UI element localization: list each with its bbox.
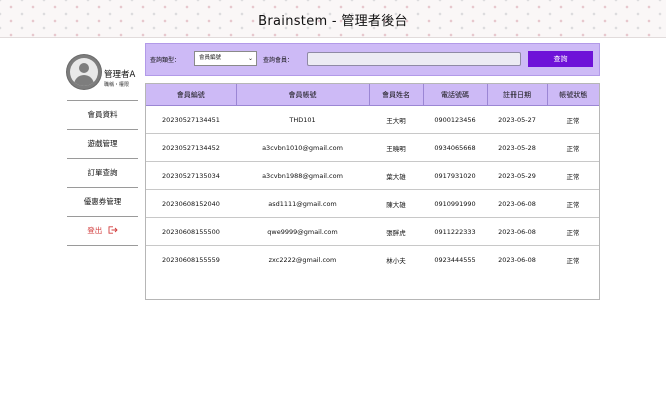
sidebar-item-label: 會員資料	[87, 110, 118, 119]
table-cell: 正常	[547, 217, 599, 246]
sidebar-nav: 會員資料 遊戲管理 訂單查詢 優惠券管理 登出	[67, 100, 138, 246]
logout-label: 登出	[87, 226, 103, 235]
table-cell: 正常	[547, 161, 599, 190]
query-button[interactable]: 查詢	[528, 51, 593, 67]
table-cell: 正常	[547, 105, 599, 134]
table-cell: 王大明	[369, 105, 423, 134]
sidebar-item-label: 優惠券管理	[83, 197, 122, 206]
table-cell: 20230527135034	[146, 161, 236, 190]
table-cell: 正常	[566, 256, 580, 265]
table-cell: 2023-06-08	[487, 217, 547, 246]
table-cell: 20230608155559	[162, 255, 220, 264]
table-cell: 陳大雄	[369, 189, 423, 218]
table-cell: 20230608155500	[146, 217, 236, 246]
table-cell: qwe9999@gmail.com	[236, 217, 369, 246]
table-cell: 0911222333	[423, 217, 487, 246]
table-cell: a3cvbn1988@gmail.com	[236, 161, 369, 190]
admin-name: 管理者A	[104, 70, 136, 80]
admin-role: 職稱・權限	[104, 82, 130, 88]
sidebar-item-games[interactable]: 遊戲管理	[67, 129, 138, 158]
search-bar: 查詢類型： 會員編號 ⌄ 查詢會員： 查詢	[145, 43, 600, 76]
column-header[interactable]: 註冊日期	[487, 84, 548, 106]
table-cell: 0923444555	[434, 255, 476, 264]
sidebar-item-coupons[interactable]: 優惠券管理	[67, 187, 138, 216]
column-header[interactable]: 電話號碼	[423, 84, 488, 106]
table-cell: a3cvbn1010@gmail.com	[236, 133, 369, 162]
column-header[interactable]: 會員姓名	[369, 84, 424, 106]
table-cell: 20230527134452	[146, 133, 236, 162]
table-header-row: 會員編號 會員帳號 會員姓名 電話號碼 註冊日期 帳號狀態	[146, 84, 599, 106]
member-table: 會員編號 會員帳號 會員姓名 電話號碼 註冊日期 帳號狀態 2023052713…	[145, 83, 600, 300]
table-cell: THD101	[236, 105, 369, 134]
sidebar-item-label: 遊戲管理	[87, 139, 118, 148]
table-cell: 2023-05-29	[487, 161, 547, 190]
table-row[interactable]: 20230527134451 THD101 王大明 0900123456 202…	[146, 105, 599, 134]
table-cell: 0917931020	[423, 161, 487, 190]
logout-icon	[108, 226, 118, 234]
table-cell: 正常	[547, 133, 599, 162]
table-row[interactable]: 20230608152040 asd1111@gmail.com 陳大雄 091…	[146, 189, 599, 218]
table-cell: zxc2222@gmail.com	[268, 255, 337, 264]
table-cell: 葉大雄	[369, 161, 423, 190]
table-cell: 0900123456	[423, 105, 487, 134]
table-cell: 2023-06-08	[498, 255, 536, 264]
query-type-value: 會員編號	[199, 55, 222, 61]
avatar-icon	[67, 55, 101, 89]
table-cell: 20230608152040	[146, 189, 236, 218]
page-title: Brainstem - 管理者後台	[258, 14, 408, 29]
table-cell: asd1111@gmail.com	[236, 189, 369, 218]
query-member-label: 查詢會員：	[263, 57, 294, 64]
table-row[interactable]: 20230608155500 qwe9999@gmail.com 張胖虎 091…	[146, 217, 599, 246]
column-header[interactable]: 會員帳號	[236, 84, 370, 106]
sidebar-item-label: 訂單查詢	[87, 168, 118, 177]
table-cell: 0910991990	[423, 189, 487, 218]
sidebar-item-members[interactable]: 會員資料	[67, 100, 138, 129]
table-cell: 2023-05-28	[487, 133, 547, 162]
table-cell: 20230527134451	[146, 105, 236, 134]
column-header[interactable]: 帳號狀態	[547, 84, 599, 106]
query-type-select[interactable]: 會員編號 ⌄	[194, 51, 257, 66]
table-cell: 2023-05-27	[487, 105, 547, 134]
sidebar-item-orders[interactable]: 訂單查詢	[67, 158, 138, 187]
table-row[interactable]: 20230527134452 a3cvbn1010@gmail.com 王曉明 …	[146, 133, 599, 162]
table-row[interactable]: 20230608155559 zxc2222@gmail.com 林小夫 092…	[146, 246, 599, 274]
table-cell: 正常	[547, 189, 599, 218]
logout-button[interactable]: 登出	[67, 216, 138, 246]
table-cell: 2023-06-08	[487, 189, 547, 218]
column-header[interactable]: 會員編號	[146, 84, 237, 106]
table-cell: 張胖虎	[369, 217, 423, 246]
table-row[interactable]: 20230527135034 a3cvbn1988@gmail.com 葉大雄 …	[146, 161, 599, 190]
admin-profile: 管理者A 職稱・權限	[67, 55, 139, 91]
query-type-label: 查詢類型：	[150, 57, 181, 64]
table-cell: 林小夫	[386, 256, 406, 265]
table-cell: 0934065668	[423, 133, 487, 162]
table-cell: 王曉明	[369, 133, 423, 162]
chevron-down-icon: ⌄	[247, 55, 253, 62]
search-input[interactable]	[307, 52, 521, 66]
